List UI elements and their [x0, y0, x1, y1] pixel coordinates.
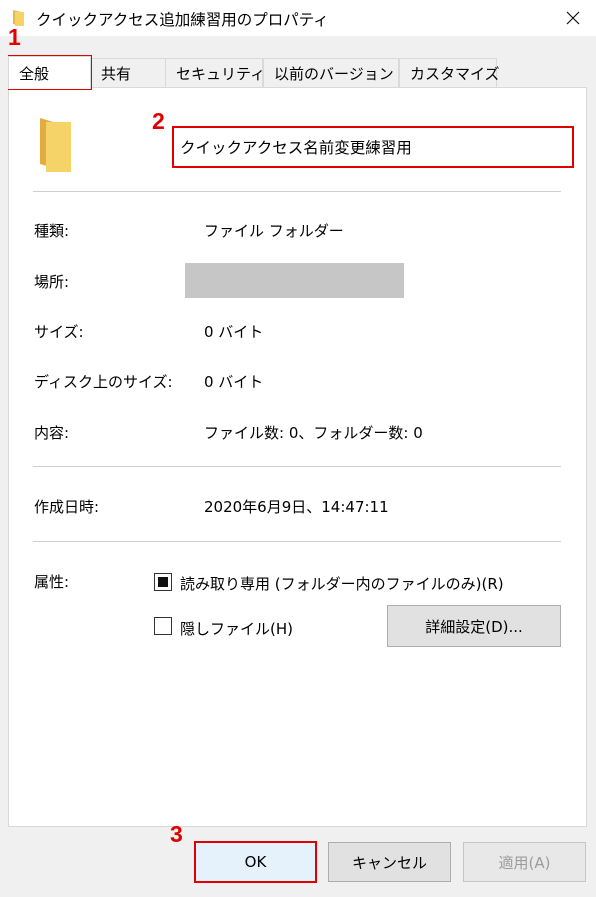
created-value: 2020年6月9日、14:47:11	[204, 498, 389, 516]
location-label: 場所:	[34, 273, 70, 291]
type-value: ファイル フォルダー	[204, 222, 344, 240]
size-label: サイズ:	[34, 323, 84, 341]
disk-size-value: 0 バイト	[204, 373, 264, 391]
tab-customize[interactable]: カスタマイズ	[399, 58, 500, 88]
contents-label: 内容:	[34, 424, 70, 442]
cancel-button[interactable]: キャンセル	[328, 842, 451, 882]
indeterminate-mark	[158, 577, 168, 587]
folder-name-input[interactable]	[172, 126, 574, 168]
close-button[interactable]	[550, 0, 596, 36]
ok-button[interactable]: OK	[194, 841, 317, 883]
tab-security[interactable]: セキュリティ	[165, 58, 265, 88]
separator	[33, 191, 561, 192]
large-folder-icon	[38, 116, 72, 176]
tab-sharing[interactable]: 共有	[90, 58, 174, 88]
window-title: クイックアクセス追加練習用のプロパティ	[36, 11, 329, 29]
tab-previous-versions[interactable]: 以前のバージョン	[263, 58, 399, 88]
created-label: 作成日時:	[34, 498, 100, 516]
title-bar: クイックアクセス追加練習用のプロパティ	[0, 0, 596, 36]
contents-value: ファイル数: 0、フォルダー数: 0	[204, 424, 423, 442]
readonly-label: 読み取り専用 (フォルダー内のファイルのみ)(R)	[180, 575, 504, 593]
annotation-1: 1	[8, 24, 21, 50]
tab-general[interactable]: 全般	[8, 56, 91, 89]
annotation-3: 3	[170, 821, 183, 847]
hidden-checkbox[interactable]	[154, 617, 172, 635]
separator	[33, 466, 561, 467]
size-value: 0 バイト	[204, 323, 264, 341]
advanced-button[interactable]: 詳細設定(D)...	[387, 605, 561, 647]
separator	[33, 541, 561, 542]
hidden-label: 隠しファイル(H)	[180, 620, 293, 638]
disk-size-label: ディスク上のサイズ:	[34, 373, 173, 391]
type-label: 種類:	[34, 222, 70, 240]
close-icon	[566, 11, 580, 25]
general-panel	[8, 87, 587, 827]
annotation-2: 2	[152, 108, 165, 134]
attributes-label: 属性:	[34, 573, 70, 591]
apply-button: 適用(A)	[463, 842, 586, 882]
location-value-redacted	[185, 263, 404, 298]
readonly-checkbox[interactable]	[154, 573, 172, 591]
